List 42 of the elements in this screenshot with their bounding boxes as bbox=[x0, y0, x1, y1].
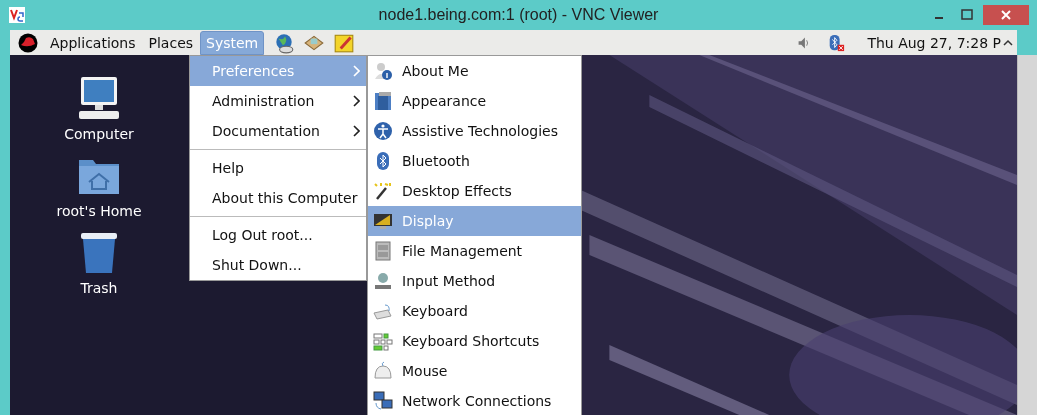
scrollbar[interactable] bbox=[1017, 55, 1037, 415]
magic-wand-icon bbox=[373, 181, 393, 201]
menu-item[interactable]: Input Method bbox=[368, 266, 581, 296]
cabinet-icon bbox=[373, 241, 393, 261]
window-frame-icon bbox=[373, 91, 393, 111]
clock[interactable]: Thu Aug 27, 7:28 P bbox=[867, 34, 1001, 51]
menu-item[interactable]: Administration bbox=[190, 86, 366, 116]
menu-item[interactable]: Network Connections bbox=[368, 386, 581, 415]
menu-item[interactable]: About Me bbox=[368, 56, 581, 86]
accessibility-icon bbox=[373, 121, 393, 141]
panel-menu[interactable]: Applications bbox=[44, 30, 142, 55]
menu-item[interactable]: Keyboard Shortcuts bbox=[368, 326, 581, 356]
menu-item[interactable]: Log Out root... bbox=[190, 220, 366, 250]
menu-item[interactable]: Bluetooth bbox=[368, 146, 581, 176]
app-logo-icon bbox=[9, 7, 25, 23]
menu-item[interactable]: Mouse bbox=[368, 356, 581, 386]
globe-icon[interactable] bbox=[273, 31, 296, 54]
menu-item[interactable]: About this Computer bbox=[190, 183, 366, 213]
hat-logo-icon bbox=[18, 32, 38, 53]
menu-item[interactable]: Appearance bbox=[368, 86, 581, 116]
menu-item[interactable]: Assistive Technologies bbox=[368, 116, 581, 146]
window-title: node1.being.com:1 (root) - VNC Viewer bbox=[378, 6, 659, 24]
keyboard-icon bbox=[373, 301, 393, 321]
menu-item[interactable]: Desktop Effects bbox=[368, 176, 581, 206]
menu-item[interactable]: File Management bbox=[368, 236, 581, 266]
menu-item[interactable]: Help bbox=[190, 153, 366, 183]
monitor-icon bbox=[373, 211, 393, 231]
menu-item[interactable]: Keyboard bbox=[368, 296, 581, 326]
menu-item[interactable]: Shut Down... bbox=[190, 250, 366, 280]
network-computers-icon bbox=[373, 391, 393, 411]
close-icon[interactable] bbox=[983, 5, 1029, 25]
desktop-icon-label[interactable]: Computer bbox=[64, 126, 134, 142]
person-info-icon bbox=[373, 61, 393, 81]
caret-icon[interactable] bbox=[1003, 37, 1013, 48]
desktop-icon-label[interactable]: root's Home bbox=[56, 203, 142, 219]
mouse-icon bbox=[373, 361, 393, 381]
menu-item[interactable]: Documentation bbox=[190, 116, 366, 146]
input-device-icon bbox=[373, 271, 393, 291]
bluetooth-icon[interactable] bbox=[827, 32, 846, 53]
shortcut-grid-icon bbox=[373, 331, 393, 351]
panel-menu[interactable]: Places bbox=[142, 30, 200, 55]
desktop-icon-label[interactable]: Trash bbox=[80, 280, 118, 296]
